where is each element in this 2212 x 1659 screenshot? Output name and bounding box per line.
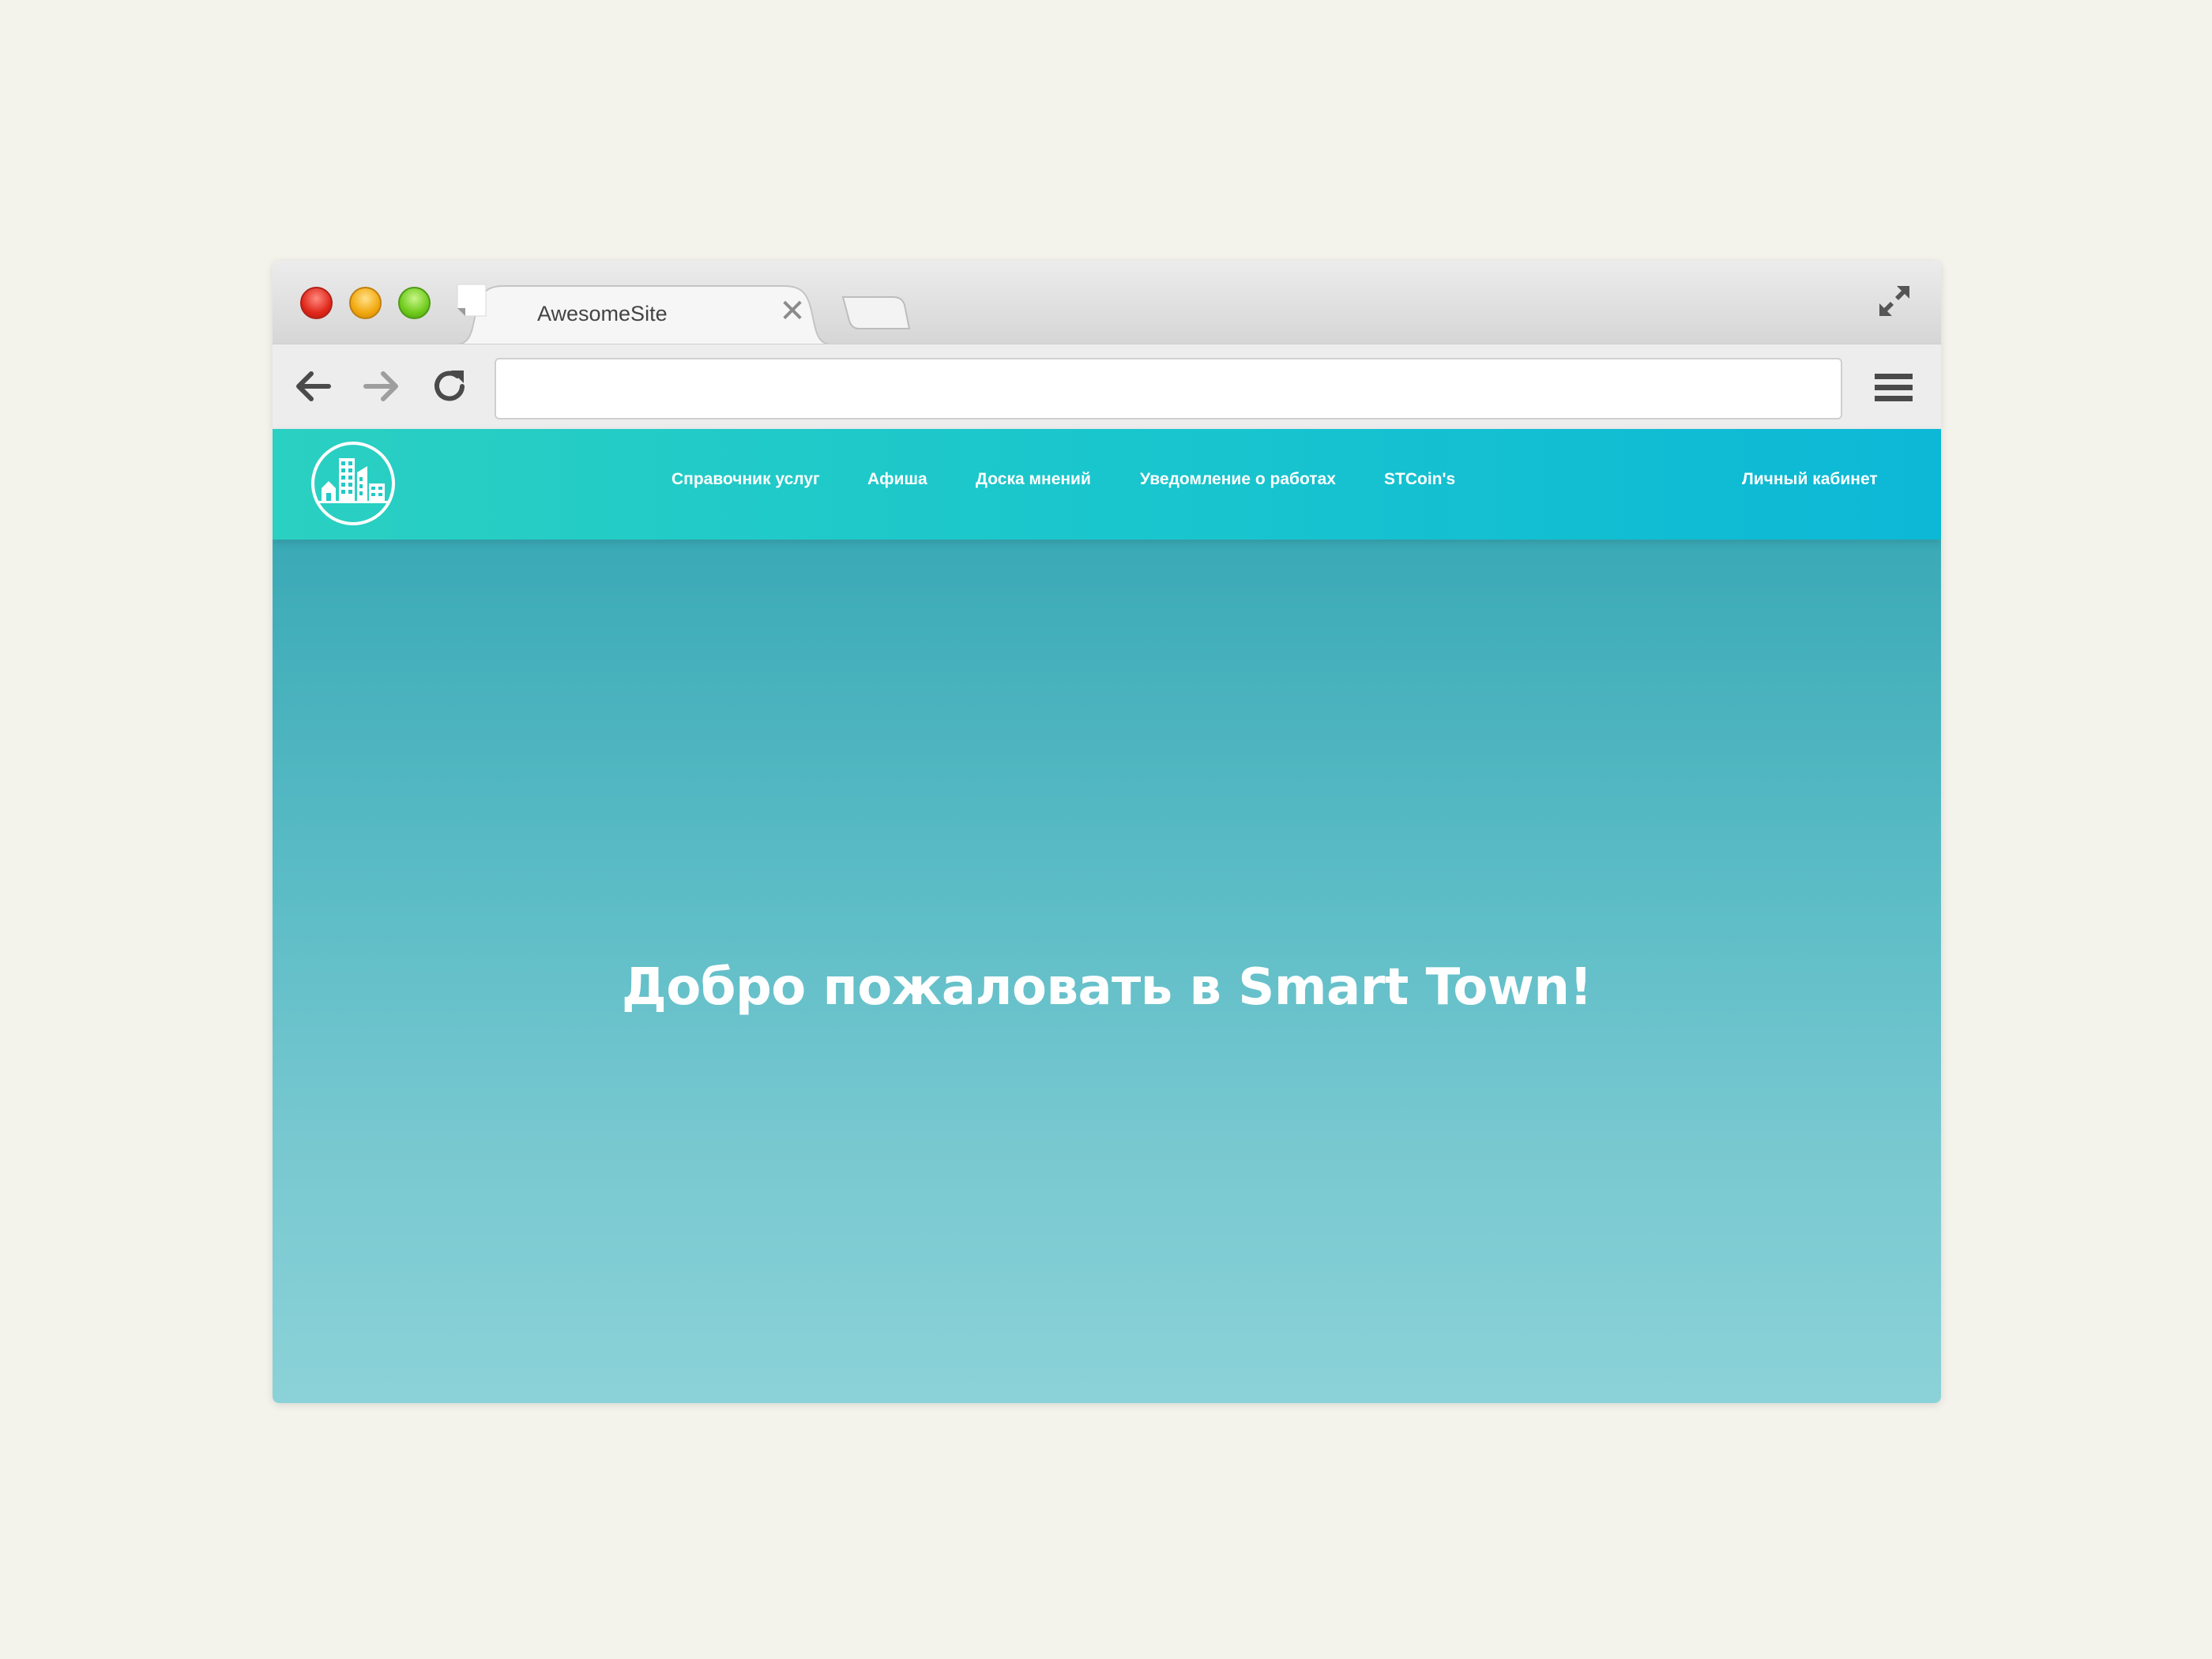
nav-link-opinions[interactable]: Доска мнений [976, 470, 1091, 489]
close-window-button[interactable] [300, 287, 333, 319]
arrow-left-icon[interactable] [291, 364, 335, 408]
arrow-right-icon[interactable] [359, 364, 404, 408]
nav-link-account[interactable]: Личный кабинет [1742, 470, 1878, 489]
browser-toolbar [273, 344, 1941, 430]
site-header: Справочник услуг Афиша Доска мнений Увед… [273, 429, 1941, 540]
title-bar: AwesomeSite ✕ [273, 261, 1941, 344]
hamburger-menu-icon[interactable] [1872, 366, 1916, 410]
city-buildings-icon[interactable] [310, 441, 396, 526]
nav-link-works-notice[interactable]: Уведомление о работах [1140, 470, 1336, 489]
page-favicon-icon [457, 284, 487, 317]
browser-window: AwesomeSite ✕ Справочник услуг Афиша Дос… [273, 261, 1941, 1403]
hero-section: Добро пожаловать в Smart Town! [273, 540, 1941, 1403]
nav-link-events[interactable]: Афиша [867, 470, 927, 489]
minimize-window-button[interactable] [349, 287, 382, 319]
tab-title: AwesomeSite [537, 302, 668, 325]
browser-tab[interactable]: AwesomeSite ✕ [456, 283, 832, 344]
hero-title: Добро пожаловать в Smart Town! [621, 958, 1593, 1017]
maximize-window-button[interactable] [398, 287, 431, 319]
reload-icon[interactable] [427, 364, 472, 408]
new-tab-button[interactable] [841, 294, 912, 332]
address-bar-input[interactable] [495, 358, 1842, 419]
fullscreen-icon[interactable] [1875, 281, 1914, 321]
nav-link-services[interactable]: Справочник услуг [672, 470, 820, 489]
nav-link-stcoins[interactable]: STCoin's [1384, 470, 1455, 489]
tab-close-icon[interactable]: ✕ [778, 295, 807, 327]
